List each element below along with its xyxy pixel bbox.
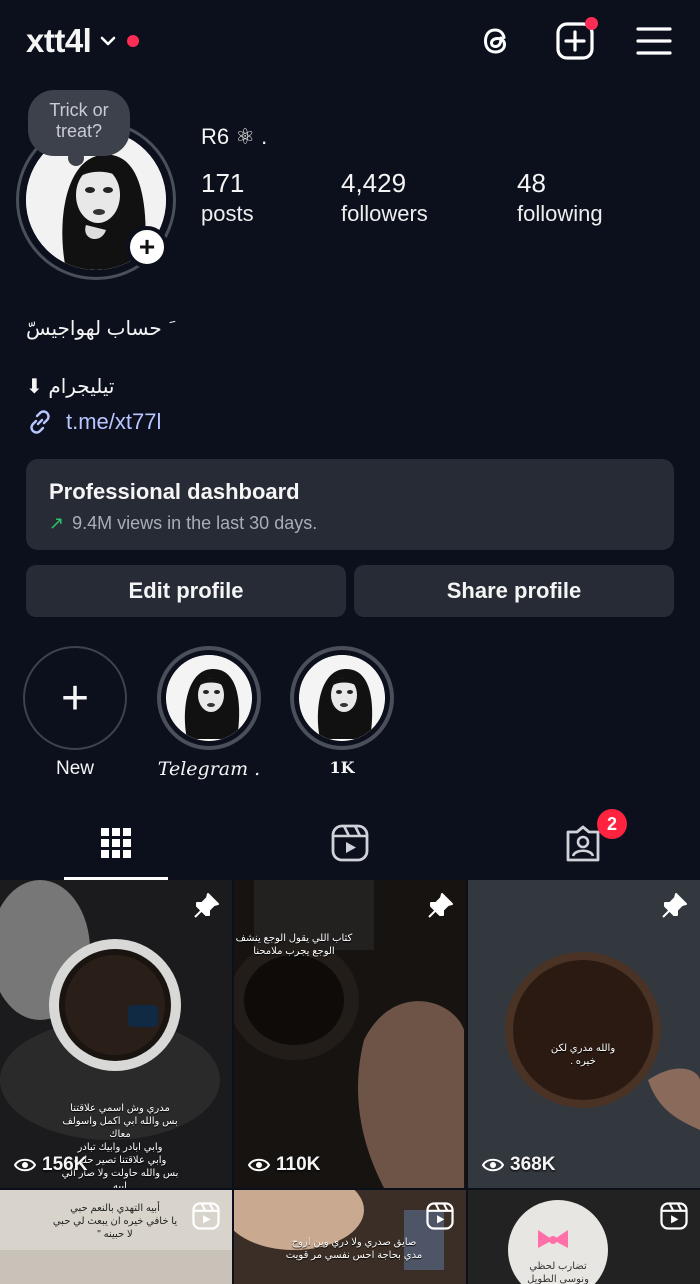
profile-tabs: 2 [0, 808, 700, 880]
account-switcher[interactable]: xtt4l [26, 22, 140, 60]
reels-icon [331, 824, 369, 862]
username: xtt4l [26, 22, 92, 59]
view-count: 110K [248, 1154, 320, 1176]
reel-icon [192, 1202, 220, 1230]
link-text: t.me/xt77l [66, 409, 162, 434]
posts-stat[interactable]: 171 posts [201, 168, 254, 227]
highlight-1k[interactable]: 1K [290, 646, 394, 777]
chevron-down-icon [101, 36, 116, 46]
view-count: 368K [482, 1154, 555, 1176]
tab-reels[interactable] [298, 808, 402, 878]
post-caption: والله مدري لكن خيره . [550, 1043, 616, 1067]
highlight-cover [157, 646, 261, 750]
eye-icon [14, 1158, 36, 1172]
posts-count: 171 [201, 168, 245, 198]
following-count: 48 [517, 168, 546, 198]
profile-note[interactable]: Trick or treat? [28, 90, 130, 166]
bio-link[interactable]: t.me/xt77l [26, 408, 161, 436]
highlight-new[interactable]: + New [23, 646, 127, 780]
grid-icon [101, 828, 131, 858]
tagged-count-badge: 2 [597, 809, 627, 839]
view-count: 156K [14, 1154, 87, 1176]
eye-icon [482, 1158, 504, 1172]
following-label: following [517, 201, 603, 226]
share-profile-button[interactable]: Share profile [354, 565, 674, 617]
tab-tagged[interactable]: 2 [531, 808, 635, 878]
menu-icon[interactable] [634, 20, 676, 62]
reel-icon [660, 1202, 688, 1230]
tagged-user-icon [566, 825, 600, 862]
tab-grid[interactable] [64, 808, 168, 880]
notification-dot [585, 17, 598, 30]
highlight-cover [290, 646, 394, 750]
professional-dashboard[interactable]: Professional dashboard ↗ 9.4M views in t… [26, 459, 674, 550]
post-caption: تضارب لحظي ونوسي الطويل [527, 1261, 589, 1284]
post-caption: كثاب اللي يقول الوجع ينشف الوجع يجرب ملا… [235, 933, 353, 957]
plus-icon: + [23, 646, 127, 750]
followers-stat[interactable]: 4,429 followers [341, 168, 428, 227]
dashboard-title: Professional dashboard [49, 479, 300, 504]
reel-icon [426, 1202, 454, 1230]
post-thumbnail [468, 880, 700, 1188]
pin-icon [662, 893, 687, 918]
trending-up-icon: ↗ [49, 513, 65, 533]
post-caption: أبيه التهدي بالنعم حبي يا خافي خيره ان ي… [52, 1203, 178, 1240]
highlight-label: 1K [329, 758, 355, 777]
edit-profile-label: Edit profile [128, 578, 244, 603]
following-stat[interactable]: 48 following [517, 168, 603, 227]
notification-dot [127, 35, 140, 47]
new-post-button[interactable] [554, 17, 598, 62]
pin-icon [428, 893, 453, 918]
display-name: R6 ⚛ . [201, 124, 268, 149]
dashboard-subtitle: ↗ 9.4M views in the last 30 days. [49, 513, 651, 534]
view-count-text: 110K [276, 1154, 321, 1175]
bio-line: َ حساب لهواجيسّ [26, 318, 168, 340]
post-tile[interactable]: كثاب اللي يقول الوجع ينشف الوجع يجرب ملا… [234, 880, 466, 1188]
highlight-label: Telegram . [157, 758, 261, 780]
eye-icon [248, 1158, 270, 1172]
followers-count: 4,429 [341, 168, 407, 198]
post-thumbnail [234, 880, 466, 1188]
bio-line: تيليجرام ⬇ [26, 376, 115, 398]
followers-label: followers [341, 201, 428, 226]
pin-icon [194, 893, 219, 918]
note-text: Trick or treat? [49, 100, 109, 141]
link-icon [30, 410, 50, 434]
edit-profile-button[interactable]: Edit profile [26, 565, 346, 617]
post-tile[interactable]: والله مدري لكن خيره . 368K [468, 880, 700, 1188]
add-story-button[interactable]: + [126, 226, 168, 268]
highlight-label: New [55, 758, 94, 779]
top-bar: xtt4l [0, 0, 700, 86]
post-caption: صايق صدري ولا دري وين اروح مدي بحاجة احس… [285, 1237, 423, 1261]
highlight-telegram[interactable]: Telegram . [157, 646, 261, 780]
share-profile-label: Share profile [446, 578, 582, 603]
posts-label: posts [201, 201, 254, 226]
post-tile[interactable]: مدري وش اسمي علاقتنا بس والله ابي اكمل و… [0, 880, 232, 1188]
threads-icon[interactable] [476, 20, 518, 62]
view-count-text: 368K [510, 1154, 556, 1175]
post-tile[interactable]: تضارب لحظي ونوسي الطويل [468, 1190, 700, 1284]
view-count-text: 156K [42, 1154, 88, 1175]
post-tile[interactable]: أبيه التهدي بالنعم حبي يا خافي خيره ان ي… [0, 1190, 232, 1284]
dashboard-views: 9.4M views in the last 30 days. [72, 513, 318, 533]
post-tile[interactable]: صايق صدري ولا دري وين اروح مدي بحاجة احس… [234, 1190, 466, 1284]
